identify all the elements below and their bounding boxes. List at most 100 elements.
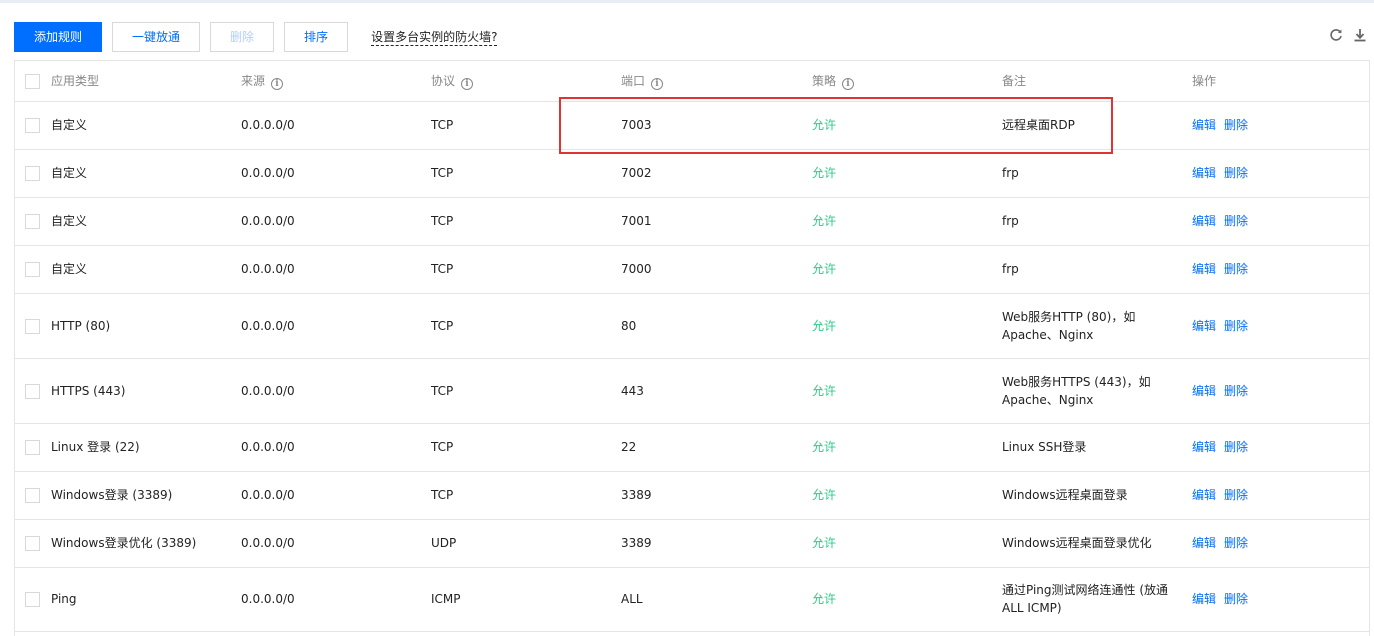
delete-button[interactable]: 删除 (210, 22, 275, 52)
delete-link[interactable]: 删除 (1224, 166, 1248, 180)
row-checkbox[interactable] (25, 166, 40, 181)
header-actions: 操作 (1192, 61, 1369, 102)
cell-note: frp (1002, 197, 1192, 246)
row-checkbox[interactable] (25, 488, 40, 503)
edit-link[interactable]: 编辑 (1192, 118, 1216, 132)
table-row: HTTP (80) 0.0.0.0/0 TCP 80 允许 Web服务HTTP (80)，… (15, 293, 1369, 359)
refresh-icon[interactable] (1328, 28, 1344, 46)
table-row: Linux 登录 (22) 0.0.0.0/0 TCP 22 允许 Linux SSH登录… (15, 423, 1369, 472)
info-icon[interactable]: i (271, 77, 284, 90)
edit-link[interactable]: 编辑 (1192, 384, 1216, 398)
delete-link[interactable]: 删除 (1224, 384, 1248, 398)
cell-source: 0.0.0.0/0 (241, 519, 431, 568)
cell-actions: 编辑 删除 (1192, 101, 1369, 150)
info-icon[interactable]: i (651, 77, 664, 90)
row-checkbox[interactable] (25, 383, 40, 399)
cell-port: 7000 (621, 245, 812, 294)
row-checkbox[interactable] (25, 262, 40, 277)
cell-policy: 允许 (812, 101, 1002, 150)
cell-type: Windows登录优化 (3389) (15, 519, 241, 568)
cell-type: HTTPS (443) (15, 358, 241, 424)
sort-button[interactable]: 排序 (284, 22, 349, 52)
cell-port: 7002 (621, 149, 812, 198)
note-line: frp (1002, 166, 1019, 180)
edit-link[interactable]: 编辑 (1192, 166, 1216, 180)
delete-link[interactable]: 删除 (1224, 592, 1248, 606)
delete-link[interactable]: 删除 (1224, 488, 1248, 502)
cell-port: 3389 (621, 471, 812, 520)
delete-link[interactable]: 删除 (1224, 319, 1248, 333)
row-checkbox[interactable] (25, 592, 40, 607)
delete-link[interactable]: 删除 (1224, 536, 1248, 550)
delete-link[interactable]: 删除 (1224, 440, 1248, 454)
cell-protocol: TCP (431, 245, 621, 294)
header-type: 应用类型 (15, 61, 241, 102)
multi-instance-firewall-link[interactable]: 设置多台实例的防火墙? (371, 28, 498, 46)
table-row: 自定义 0.0.0.0/0 TCP 7003 允许 远程桌面RDP 编辑 删除 (15, 101, 1369, 150)
add-rule-button[interactable]: 添加规则 (14, 22, 103, 52)
cell-port: 7001 (621, 197, 812, 246)
cell-policy: 允许 (812, 293, 1002, 359)
cell-protocol: TCP (431, 293, 621, 359)
note-line: Windows远程桌面登录 (1002, 488, 1128, 502)
cell-type: 自定义 (15, 245, 241, 294)
cell-note: frp (1002, 149, 1192, 198)
cell-note: 通过Ping测试网络连通性 (放通 ALL ICMP) (1002, 567, 1192, 632)
cell-type: 自定义 (15, 101, 241, 150)
row-checkbox[interactable] (25, 214, 40, 229)
cell-actions: 编辑 删除 (1192, 567, 1369, 632)
row-checkbox[interactable] (25, 118, 40, 133)
edit-link[interactable]: 编辑 (1192, 536, 1216, 550)
header-protocol: 协议 i (431, 61, 621, 102)
row-checkbox[interactable] (25, 536, 40, 551)
cell-policy: 允许 (812, 519, 1002, 568)
edit-link[interactable]: 编辑 (1192, 214, 1216, 228)
cell-protocol: UDP (431, 519, 621, 568)
cell-note: Linux SSH登录 (1002, 423, 1192, 472)
note-line: frp (1002, 214, 1019, 228)
download-icon[interactable] (1352, 28, 1368, 46)
cell-source: 0.0.0.0/0 (241, 567, 431, 632)
edit-link[interactable]: 编辑 (1192, 488, 1216, 502)
edit-link[interactable]: 编辑 (1192, 440, 1216, 454)
cell-source: 0.0.0.0/0 (241, 149, 431, 198)
cell-port: 443 (621, 358, 812, 424)
cell-type: 自定义 (15, 197, 241, 246)
note-line: Apache、Nginx (1002, 327, 1094, 342)
cell-note: Windows远程桌面登录优化 (1002, 519, 1192, 568)
select-all-checkbox[interactable] (25, 74, 40, 90)
table-row: Windows登录优化 (3389) 0.0.0.0/0 UDP 3389 允许 Wind… (15, 519, 1369, 568)
delete-link[interactable]: 删除 (1224, 262, 1248, 276)
note-line: 通过Ping测试网络连通性 (放通 (1002, 583, 1169, 597)
table-row: 自定义 0.0.0.0/0 TCP 7002 允许 frp 编辑 删除 (15, 149, 1369, 198)
cell-actions: 编辑 删除 (1192, 197, 1369, 246)
table-row: HTTPS (443) 0.0.0.0/0 TCP 443 允许 Web服务HTTPS (… (15, 358, 1369, 424)
table-row: 自定义 0.0.0.0/0 TCP 7001 允许 frp 编辑 删除 (15, 197, 1369, 246)
cell-actions: 编辑 删除 (1192, 358, 1369, 424)
cell-note: Web服务HTTP (80)，如 Apache、Nginx (1002, 293, 1192, 359)
delete-link[interactable]: 删除 (1224, 214, 1248, 228)
cell-policy: 允许 (812, 245, 1002, 294)
cell-type: HTTP (80) (15, 293, 241, 359)
note-line: 远程桌面RDP (1002, 118, 1075, 132)
cell-source: 0.0.0.0/0 (241, 471, 431, 520)
cell-policy: 允许 (812, 358, 1002, 424)
edit-link[interactable]: 编辑 (1192, 262, 1216, 276)
edit-link[interactable]: 编辑 (1192, 592, 1216, 606)
edit-link[interactable]: 编辑 (1192, 319, 1216, 333)
cell-type: Windows登录 (3389) (15, 471, 241, 520)
table-row: Windows登录 (3389) 0.0.0.0/0 TCP 3389 允许 Window… (15, 471, 1369, 520)
cell-source: 0.0.0.0/0 (241, 358, 431, 424)
row-checkbox[interactable] (25, 440, 40, 455)
delete-link[interactable]: 删除 (1224, 118, 1248, 132)
cell-policy: 允许 (812, 423, 1002, 472)
info-icon[interactable]: i (842, 77, 855, 90)
info-icon[interactable]: i (461, 77, 474, 90)
note-line: frp (1002, 262, 1019, 276)
cell-port: 22 (621, 423, 812, 472)
row-checkbox[interactable] (25, 318, 40, 334)
top-divider (0, 0, 1374, 3)
cell-note: Windows远程桌面登录 (1002, 471, 1192, 520)
cell-actions: 编辑 删除 (1192, 423, 1369, 472)
one-click-allow-button[interactable]: 一键放通 (112, 22, 201, 52)
